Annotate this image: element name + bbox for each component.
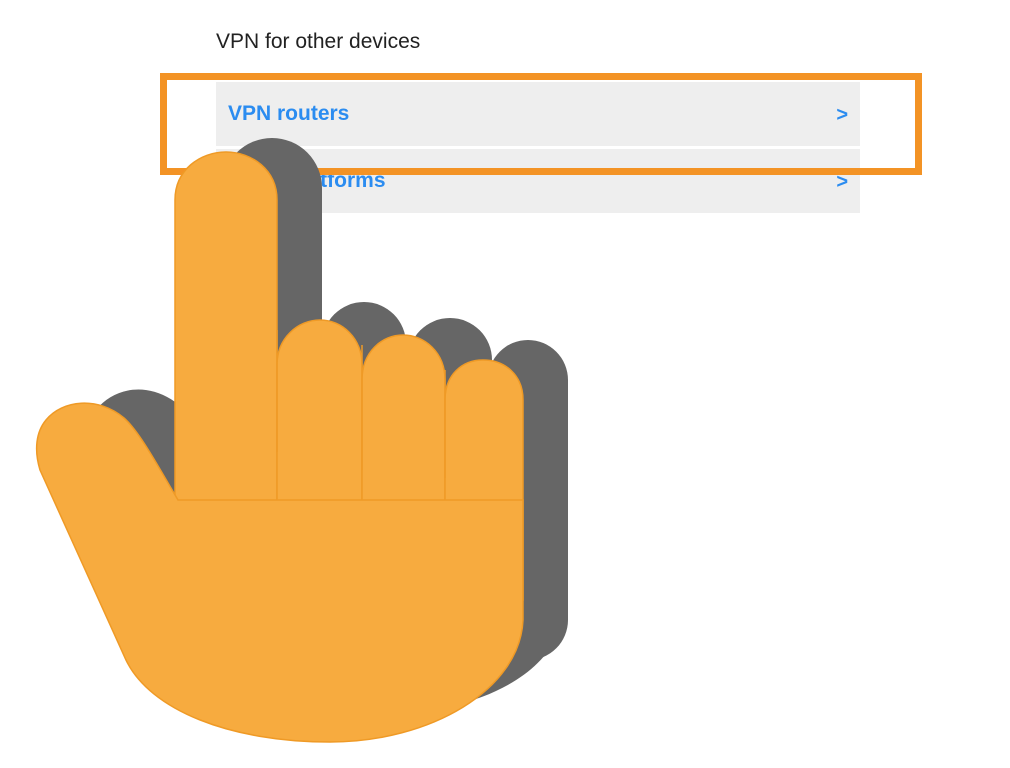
hand <box>35 151 524 743</box>
menu-item-label: VPN routers <box>228 102 350 125</box>
menu-item-label: Other platforms <box>228 169 386 192</box>
hand-shadow <box>81 138 568 716</box>
page: VPN for other devices VPN routers > Othe… <box>0 0 1010 768</box>
section-heading: VPN for other devices <box>216 30 421 53</box>
chevron-right-icon: > <box>836 104 848 126</box>
menu-item-other-platforms[interactable]: Other platforms > <box>216 149 860 213</box>
menu-item-vpn-routers[interactable]: VPN routers > <box>216 82 860 146</box>
chevron-right-icon: > <box>836 171 848 193</box>
menu-list: VPN routers > Other platforms > <box>216 82 860 216</box>
finger-lines <box>276 330 446 478</box>
